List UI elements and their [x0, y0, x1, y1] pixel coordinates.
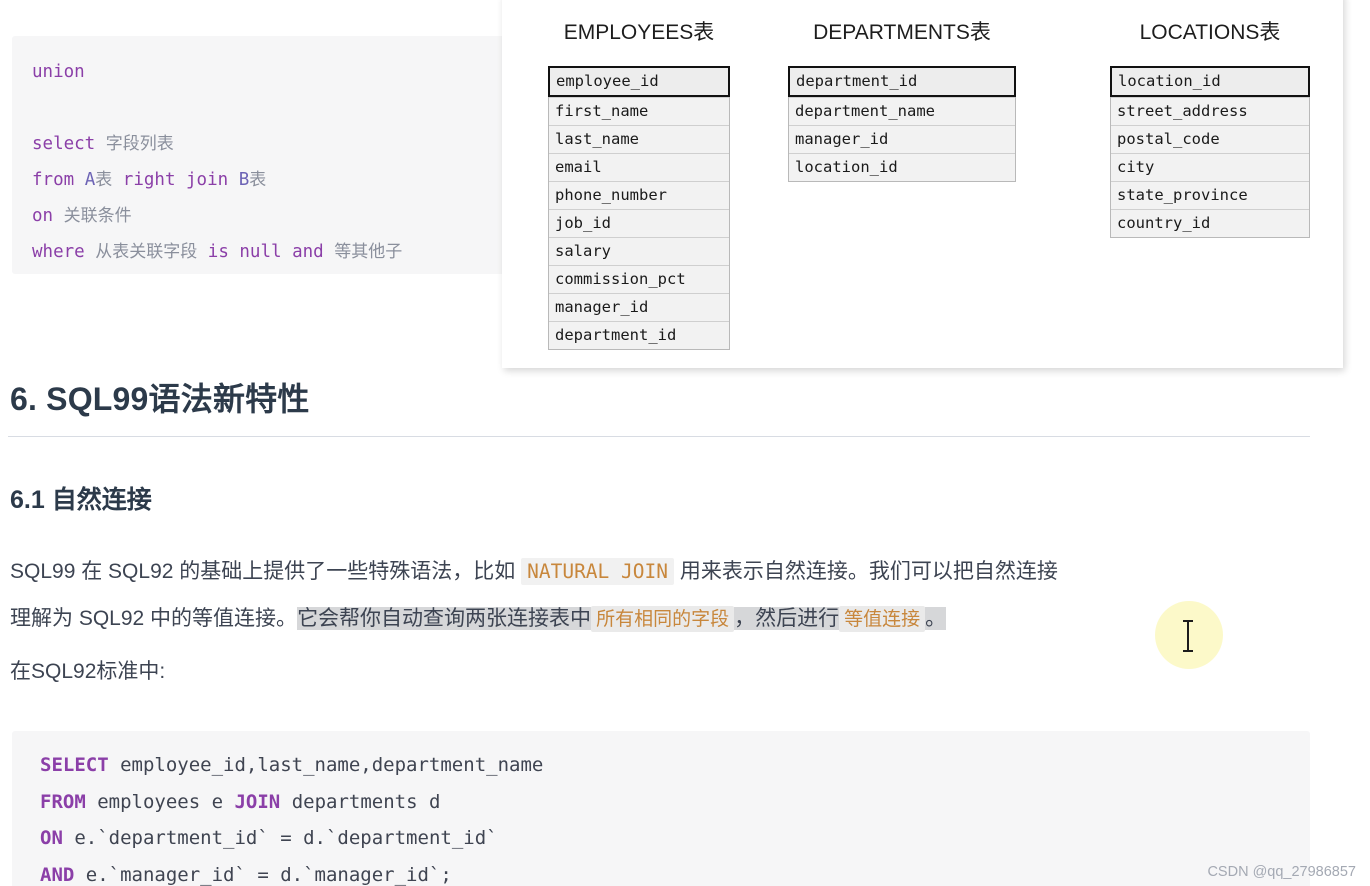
code-token: 字段列表 [105, 133, 174, 154]
code-token: 关联条件 [63, 205, 132, 226]
code-token: union [32, 61, 85, 82]
inline-code-equijoin: 等值连接 [839, 606, 926, 632]
table-row: city [1111, 153, 1309, 181]
table-title: LOCATIONS表 [1139, 21, 1281, 44]
code-token: departments d [280, 790, 441, 813]
para-text-2: 用来表示自然连接。我们可以把自然连接 [674, 560, 1058, 583]
table-row: street_address [1111, 97, 1309, 125]
code-token: FROM [40, 790, 86, 813]
code-token: on [32, 205, 54, 226]
table-row-primary-key: location_id [1110, 66, 1310, 97]
table-row: postal_code [1111, 125, 1309, 153]
table-row: job_id [549, 209, 729, 237]
code-token: AND [40, 863, 75, 886]
para-line-2: 理解为 SQL92 中的等值连接。它会帮你自动查询两张连接表中 所有相同的字段 ，然… [10, 595, 1310, 643]
table-card-locations: LOCATIONS表 location_id street_address posta… [1110, 16, 1310, 238]
table-row: first_name [549, 97, 729, 125]
table-row: department_name [789, 97, 1015, 125]
code-token: where [32, 241, 85, 262]
code-token: ON [40, 827, 63, 849]
selected-text-2: ，然后进行 [734, 607, 840, 630]
section-heading-6: 6. SQL99语法新特性 [10, 381, 310, 417]
table-row-primary-key: department_id [788, 66, 1016, 97]
inline-code-natural-join: NATURAL JOIN [521, 558, 674, 585]
code-token: A [84, 169, 96, 190]
csdn-credit: CSDN @qq_27986857 [1207, 864, 1356, 880]
section-heading-6-1: 6.1 自然连接 [10, 486, 152, 514]
heading-divider [8, 436, 1310, 437]
table-column-list: department_id department_name manager_id lo… [788, 66, 1016, 182]
table-card-departments: DEPARTMENTS表 department_id department_name… [788, 16, 1016, 182]
code-block-sql92-equijoin[interactable]: SELECT employee_id,last_name,department_… [12, 731, 1310, 886]
code-token: 表 [249, 169, 267, 190]
code-token: 表 [95, 169, 113, 190]
table-row: department_id [549, 321, 729, 349]
selected-text-3: 。 [925, 607, 947, 630]
code-token: 等其他子 [334, 241, 403, 262]
lead-in-text: 在SQL92标准中: [10, 660, 166, 683]
code-token: JOIN [234, 790, 281, 813]
code-token: from [32, 169, 75, 190]
code-token: and [292, 241, 324, 262]
table-row: manager_id [789, 125, 1015, 153]
table-column-list: employee_id first_name last_name email phone… [548, 66, 730, 350]
natural-join-paragraph: SQL99 在 SQL92 的基础上提供了一些特殊语法，比如 NATURAL J… [10, 548, 1310, 643]
table-row: email [549, 153, 729, 181]
code-token: 从表关联字段 [95, 241, 198, 262]
schema-diagram-panel: EMPLOYEES表 employee_id first_name last_name… [502, 0, 1343, 368]
table-column-list: location_id street_address postal_code city… [1110, 66, 1310, 238]
code-token: employees e [85, 790, 235, 813]
table-row: state_province [1111, 181, 1309, 209]
selected-text-1: 它会帮你自动查询两张连接表中 [297, 607, 592, 630]
table-row: manager_id [549, 293, 729, 321]
code-token: employee_id,last_name,department_name [108, 754, 544, 776]
code-token: e.`manager_id` = d.`manager_id`; [74, 863, 452, 886]
table-row: location_id [789, 153, 1015, 181]
text-ibeam-cursor [1183, 620, 1193, 652]
table-title: EMPLOYEES表 [563, 21, 715, 44]
code-token: right join [122, 169, 229, 190]
table-row: last_name [549, 125, 729, 153]
code-token: e.`department_id` = d.`department_id` [62, 827, 498, 849]
para-text-1: SQL99 在 SQL92 的基础上提供了一些特殊语法，比如 [10, 560, 522, 583]
table-card-employees: EMPLOYEES表 employee_id first_name last_name… [548, 16, 730, 350]
table-row: country_id [1111, 209, 1309, 237]
inline-code-all-same-fields: 所有相同的字段 [591, 606, 735, 632]
para-text-3: 理解为 SQL92 中的等值连接。 [10, 607, 298, 630]
table-title: DEPARTMENTS表 [813, 21, 991, 44]
table-row: phone_number [549, 181, 729, 209]
table-row: commission_pct [549, 265, 729, 293]
table-row-primary-key: employee_id [548, 66, 730, 97]
table-row: salary [549, 237, 729, 265]
code-token: is null [207, 241, 282, 262]
code-token: SELECT [40, 754, 109, 776]
code-token: B [238, 169, 250, 190]
code-token: select [32, 133, 96, 154]
page-root: fanhuanqing_2023/11/18 21:01:21 fanhuanq… [0, 0, 1370, 886]
